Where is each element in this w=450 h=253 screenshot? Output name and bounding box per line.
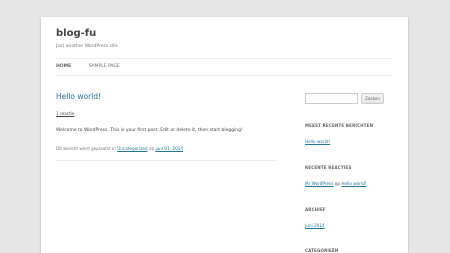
page-container: blog-fu Just another WordPress site HOME… (41, 17, 408, 253)
search-input[interactable] (305, 93, 358, 104)
search-button[interactable]: Zoeken (361, 93, 384, 104)
recent-post-link[interactable]: Hello world! (305, 139, 330, 144)
nav-divider-top (56, 58, 393, 59)
post-reply-link[interactable]: 1 reactie (56, 111, 74, 116)
nav-item-home[interactable]: HOME (56, 64, 71, 69)
site-title[interactable]: blog-fu (56, 28, 96, 39)
post-meta-prefix: Dit bericht werd geplaatst in (56, 146, 116, 151)
post-meta-on: op (148, 146, 155, 151)
post-date-link[interactable]: juni 01, 2014 (155, 146, 183, 151)
post-category-link[interactable]: Uncategorized (117, 146, 147, 151)
widget-title-categories: CATEGORIEËN (305, 248, 339, 253)
main-navigation: HOME SAMPLE PAGE (56, 64, 136, 69)
comment-author-link[interactable]: Mr WordPress (305, 181, 333, 186)
widget-title-recent-comments: RECENTE REACTIES (305, 165, 352, 170)
comment-post-link[interactable]: Hello world! (341, 181, 366, 186)
comment-op: op (334, 181, 341, 186)
site-description: Just another WordPress site (56, 44, 118, 49)
archive-link[interactable]: juni 2014 (305, 223, 325, 228)
post-divider (56, 160, 277, 161)
recent-comment: Mr WordPress op Hello world! (305, 181, 367, 186)
widget-title-recent-posts: MEEST RECENTE BERICHTEN (305, 123, 374, 128)
widget-title-archive: ARCHIEF (305, 207, 326, 212)
post-meta: Dit bericht werd geplaatst in Uncategori… (56, 146, 183, 151)
nav-divider-bottom (56, 75, 393, 76)
nav-item-sample-page[interactable]: SAMPLE PAGE (89, 64, 120, 69)
post-content: Welcome to WordPress. This is your first… (56, 128, 243, 133)
post-title[interactable]: Hello world! (56, 92, 101, 101)
